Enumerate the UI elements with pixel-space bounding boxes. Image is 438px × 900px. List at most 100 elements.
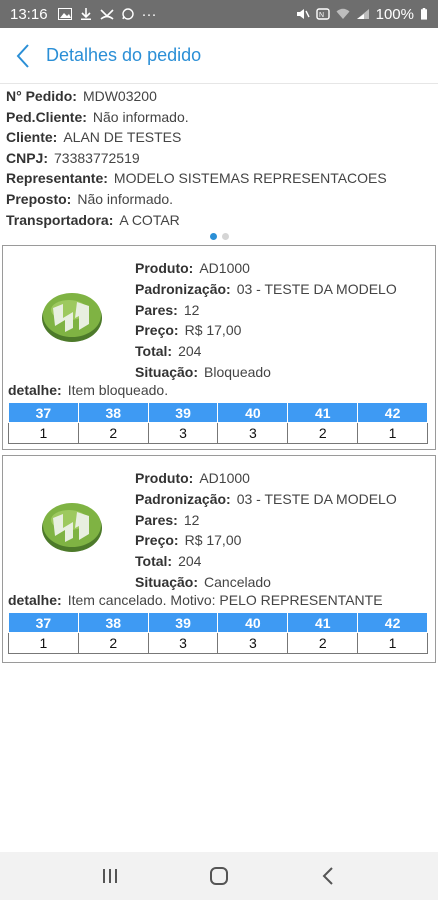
mute-icon <box>296 9 310 19</box>
order-info: N° Pedido: MDW03200 Ped.Cliente: Não infor… <box>6 86 432 230</box>
agent-value: Não informado. <box>77 190 174 207</box>
price-value: R$ 17,00 <box>184 322 242 339</box>
system-back-button[interactable] <box>313 861 343 891</box>
quantity-cell: 2 <box>77 422 149 444</box>
quantity-row: 1 2 3 3 2 1 <box>8 632 428 654</box>
pairs-value: 12 <box>183 511 200 528</box>
customer-order-row: Ped.Cliente: Não informado. <box>6 107 432 128</box>
status-label: Situação: <box>135 363 199 380</box>
quantity-cell: 2 <box>287 422 359 444</box>
item-card[interactable]: Produto: AD1000 Padronização: 03 - TESTE D… <box>2 455 436 663</box>
size-cell: 38 <box>77 402 149 423</box>
pairs-label: Pares: <box>135 511 178 528</box>
size-grid: 37 38 39 40 41 42 1 2 3 3 2 1 <box>8 402 428 444</box>
total-row: Total: 204 <box>135 551 397 572</box>
carrier-value: A COTAR <box>119 211 180 228</box>
carrier-row: Transportadora: A COTAR <box>6 210 432 231</box>
missed-call-icon <box>99 9 114 20</box>
order-number-label: N° Pedido: <box>6 88 77 104</box>
quantity-cell: 1 <box>8 632 79 654</box>
status-value: Cancelado <box>204 573 271 590</box>
pairs-value: 12 <box>183 301 200 318</box>
status-label: Situação: <box>135 573 199 590</box>
product-value: AD1000 <box>199 260 250 276</box>
home-icon <box>209 867 228 885</box>
pairs-row: Pares: 12 <box>135 510 397 531</box>
status-right-icons: N 100% <box>296 6 428 23</box>
customer-label: Cliente: <box>6 129 58 146</box>
detail-value: Item bloqueado. <box>67 382 169 398</box>
download-icon <box>80 8 91 20</box>
size-cell: 39 <box>147 402 219 423</box>
size-cell: 37 <box>8 612 79 633</box>
agent-label: Preposto: <box>6 190 72 207</box>
size-cell: 37 <box>8 402 79 423</box>
quantity-cell: 3 <box>217 422 289 444</box>
customer-value: ALAN DE TESTES <box>63 129 182 146</box>
page-title: Detalhes do pedido <box>46 45 202 65</box>
image-icon <box>57 8 72 20</box>
detail-row: detalhe: Item bloqueado. <box>8 382 168 398</box>
product-label: Produto: <box>135 260 194 276</box>
representative-row: Representante: MODELO SISTEMAS REPRESENTA… <box>6 168 432 189</box>
quantity-cell: 1 <box>357 632 428 654</box>
size-cell: 41 <box>287 402 359 423</box>
cnpj-label: CNPJ: <box>6 149 49 166</box>
back-button[interactable] <box>10 41 36 71</box>
cnpj-value: 73383772519 <box>54 149 140 166</box>
recent-apps-icon <box>102 869 117 883</box>
product-row: Produto: AD1000 <box>135 468 397 489</box>
item-fields: Produto: AD1000 Padronização: 03 - TESTE D… <box>135 258 397 383</box>
order-number-row: N° Pedido: MDW03200 <box>6 86 432 107</box>
app-bar: Detalhes do pedido <box>0 28 438 84</box>
wifi-icon <box>336 8 350 19</box>
size-cell: 42 <box>357 612 428 633</box>
quantity-cell: 1 <box>357 422 428 444</box>
total-label: Total: <box>135 553 173 570</box>
standard-value: 03 - TESTE DA MODELO <box>236 490 397 507</box>
total-value: 204 <box>178 553 202 570</box>
page-dot[interactable] <box>221 233 229 240</box>
pairs-label: Pares: <box>135 301 178 318</box>
whatsapp-icon <box>121 8 134 20</box>
agent-row: Preposto: Não informado. <box>6 189 432 210</box>
quantity-cell: 3 <box>147 422 219 444</box>
battery-icon <box>421 8 427 20</box>
customer-row: Cliente: ALAN DE TESTES <box>6 127 432 148</box>
detail-label: detalhe: <box>8 592 62 608</box>
standard-row: Padronização: 03 - TESTE DA MODELO <box>135 279 397 300</box>
total-row: Total: 204 <box>135 341 397 362</box>
order-number-value: MDW03200 <box>82 88 157 104</box>
carrier-label: Transportadora: <box>6 211 114 228</box>
quantity-row: 1 2 3 3 2 1 <box>8 422 428 444</box>
recent-apps-button[interactable] <box>95 861 125 891</box>
detail-row: detalhe: Item cancelado. Motivo: PELO REP… <box>8 592 383 608</box>
item-card[interactable]: Produto: AD1000 Padronização: 03 - TESTE D… <box>2 245 436 450</box>
product-logo-icon <box>42 293 102 342</box>
product-label: Produto: <box>135 470 194 486</box>
system-nav-bar <box>0 852 438 900</box>
status-value: Bloqueado <box>204 363 271 380</box>
size-cell: 41 <box>287 612 359 633</box>
quantity-cell: 3 <box>147 632 219 654</box>
size-cell: 38 <box>77 612 149 633</box>
customer-order-value: Não informado. <box>92 108 189 125</box>
product-value: AD1000 <box>199 470 250 486</box>
home-button[interactable] <box>204 861 234 891</box>
price-row: Preço: R$ 17,00 <box>135 320 397 341</box>
status-bar: 13:16 ··· N 100% <box>0 0 438 28</box>
size-header-row: 37 38 39 40 41 42 <box>8 402 428 423</box>
customer-order-label: Ped.Cliente: <box>6 108 87 125</box>
standard-value: 03 - TESTE DA MODELO <box>236 280 397 297</box>
page-dot-active[interactable] <box>209 233 217 240</box>
status-row: Situação: Cancelado <box>135 572 397 593</box>
page-indicator[interactable] <box>0 233 438 241</box>
chevron-left-icon <box>322 867 334 885</box>
standard-label: Padronização: <box>135 490 231 507</box>
status-time: 13:16 <box>10 5 48 23</box>
notification-icons: ··· <box>57 6 157 23</box>
pairs-row: Pares: 12 <box>135 300 397 321</box>
detail-value: Item cancelado. Motivo: PELO REPRESENTAN… <box>67 592 383 608</box>
standard-label: Padronização: <box>135 280 231 297</box>
price-label: Preço: <box>135 532 179 549</box>
